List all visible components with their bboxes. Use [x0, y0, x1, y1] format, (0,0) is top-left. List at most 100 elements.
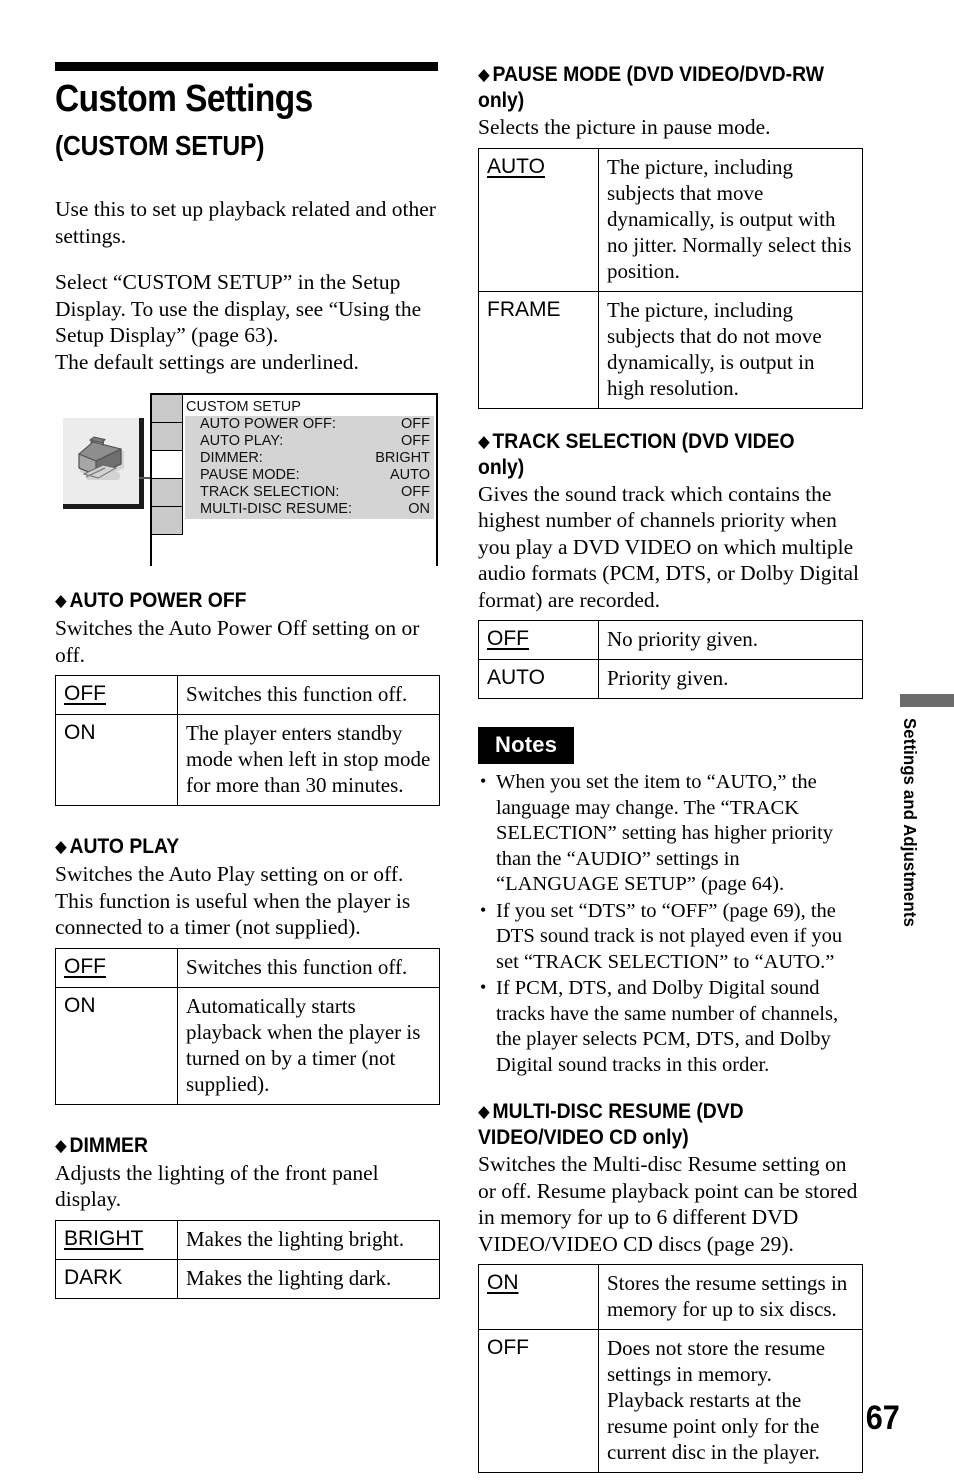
section-description: Switches the Auto Play setting on or off…: [55, 862, 411, 939]
section-heading-text: AUTO PLAY: [69, 834, 180, 858]
osd-tab-5[interactable]: [152, 507, 183, 535]
osd-row-label: AUTO PLAY:: [200, 433, 284, 449]
osd-row-value: OFF: [401, 416, 430, 432]
diamond-bullet-icon: ◆: [478, 65, 490, 85]
osd-row-value: ON: [408, 501, 430, 517]
table-row: OFF Switches this function off.: [55, 947, 440, 988]
option-key: AUTO: [478, 147, 599, 292]
section-heading-multi-disc-resume: ◆ MULTI-DISC RESUME (DVD VIDEO/VIDEO CD o…: [478, 1099, 825, 1150]
section-heading-text: MULTI-DISC RESUME (DVD VIDEO/VIDEO CD on…: [478, 1099, 744, 1149]
section-description: Adjusts the lighting of the front panel …: [55, 1160, 379, 1212]
osd-row-label: TRACK SELECTION:: [200, 484, 340, 500]
diamond-bullet-icon: ◆: [478, 431, 490, 452]
section-heading-text: PAUSE MODE (DVD VIDEO/DVD-RW only): [478, 62, 824, 112]
custom-setup-icon-box: [63, 418, 144, 509]
osd-row[interactable]: AUTO PLAY: OFF: [200, 433, 430, 450]
section-heading-pause-mode: ◆ PAUSE MODE (DVD VIDEO/DVD-RW only): [478, 62, 825, 113]
option-key: ON: [55, 986, 178, 1105]
section-heading-auto-power-off: ◆ AUTO POWER OFF: [55, 588, 402, 614]
diamond-bullet-icon: ◆: [55, 837, 67, 857]
side-thumb-tab: Settings and Adjustments: [900, 694, 954, 927]
option-value: Makes the lighting bright.: [177, 1219, 440, 1260]
osd-category-tabs: [152, 395, 183, 535]
osd-row[interactable]: TRACK SELECTION: OFF: [200, 484, 430, 501]
osd-title: CUSTOM SETUP: [186, 399, 301, 415]
section-description: Gives the sound track which contains the…: [478, 481, 860, 612]
table-row: OFF No priority given.: [478, 620, 863, 660]
osd-row-label: AUTO POWER OFF:: [200, 416, 336, 432]
option-key: OFF: [55, 675, 178, 715]
option-value: Stores the resume settings in memory for…: [598, 1264, 863, 1330]
option-key: OFF: [55, 947, 178, 988]
osd-row[interactable]: PAUSE MODE: AUTO: [200, 467, 430, 484]
options-table-auto-power-off: OFF Switches this function off. ON The p…: [55, 675, 440, 806]
page-number: 67: [865, 1399, 900, 1437]
option-value: Switches this function off.: [177, 947, 440, 988]
right-column: ◆ PAUSE MODE (DVD VIDEO/DVD-RW only) Sele…: [478, 62, 863, 1473]
osd-tab-1[interactable]: [152, 395, 183, 423]
section-heading-text: AUTO POWER OFF: [69, 588, 247, 612]
option-key: OFF: [478, 1329, 599, 1473]
osd-item-list: AUTO POWER OFF: OFF AUTO PLAY: OFF DIMME…: [185, 416, 434, 519]
diamond-bullet-icon: ◆: [478, 1102, 490, 1122]
list-item: If you set “DTS” to “OFF” (page 69), the…: [478, 898, 863, 976]
section-heading-dimmer: ◆ DIMMER: [55, 1133, 402, 1159]
on-screen-setup-display: CUSTOM SETUP AUTO POWER OFF: OFF AUTO PL…: [150, 393, 438, 566]
options-table-track-selection: OFF No priority given. AUTO Priority giv…: [478, 620, 863, 699]
option-key: ON: [55, 714, 178, 806]
section-description: Selects the picture in pause mode.: [478, 115, 771, 139]
osd-row-value: AUTO: [389, 467, 430, 483]
osd-row-value: OFF: [401, 484, 430, 500]
option-value: Priority given.: [598, 659, 863, 699]
table-row: ON Stores the resume settings in memory …: [478, 1264, 863, 1330]
osd-tab-2[interactable]: [152, 423, 183, 451]
toolbox-icon: [78, 436, 124, 480]
osd-panel: CUSTOM SETUP AUTO POWER OFF: OFF AUTO PL…: [185, 399, 434, 519]
option-value: The picture, including subjects that mov…: [598, 147, 863, 292]
table-row: AUTO Priority given.: [478, 659, 863, 699]
table-row: OFF Switches this function off.: [55, 675, 440, 715]
default-option: OFF: [64, 954, 106, 978]
osd-row-label: DIMMER:: [200, 450, 263, 466]
list-item: When you set the item to “AUTO,” the lan…: [478, 769, 863, 898]
table-row: DARK Makes the lighting dark.: [55, 1258, 440, 1299]
osd-tab-4[interactable]: [152, 479, 183, 507]
section-heading-text: DIMMER: [69, 1132, 148, 1157]
default-option: BRIGHT: [64, 1226, 144, 1250]
option-key: AUTO: [478, 659, 599, 699]
option-key: ON: [478, 1264, 599, 1330]
options-table-auto-play: OFF Switches this function off. ON Autom…: [55, 947, 440, 1105]
list-item: If PCM, DTS, and Dolby Digital sound tra…: [478, 975, 863, 1078]
manual-page: Custom Settings (CUSTOM SETUP) Use this …: [0, 0, 954, 1483]
option-value: Makes the lighting dark.: [177, 1258, 440, 1299]
section-heading-track-selection: ◆ TRACK SELECTION (DVD VIDEO only): [478, 429, 825, 480]
section-heading-auto-play: ◆ AUTO PLAY: [55, 834, 402, 860]
table-row: OFF Does not store the resume settings i…: [478, 1329, 863, 1473]
option-value: The picture, including subjects that do …: [598, 290, 863, 409]
osd-row-value: OFF: [401, 433, 430, 449]
notes-badge: Notes: [478, 727, 575, 764]
page-title-sub: (CUSTOM SETUP): [55, 130, 265, 161]
table-row: ON Automatically starts playback when th…: [55, 986, 440, 1105]
table-row: AUTO The picture, including subjects tha…: [478, 147, 863, 292]
osd-row[interactable]: MULTI-DISC RESUME: ON: [200, 501, 430, 518]
option-value: Switches this function off.: [177, 675, 440, 715]
option-key: FRAME: [478, 290, 599, 409]
options-table-dimmer: BRIGHT Makes the lighting bright. DARK M…: [55, 1219, 440, 1299]
section-description: Switches the Auto Power Off setting on o…: [55, 616, 420, 667]
default-option: ON: [487, 1271, 519, 1294]
option-value: Does not store the resume settings in me…: [598, 1329, 863, 1473]
intro-paragraph-3: The default settings are underlined.: [55, 349, 359, 374]
option-key: BRIGHT: [55, 1219, 178, 1260]
left-column: Custom Settings (CUSTOM SETUP) Use this …: [55, 62, 440, 1299]
options-table-multi-disc-resume: ON Stores the resume settings in memory …: [478, 1264, 863, 1473]
option-key: DARK: [55, 1258, 178, 1299]
table-row: FRAME The picture, including subjects th…: [478, 290, 863, 409]
table-row: ON The player enters standby mode when l…: [55, 714, 440, 806]
osd-row[interactable]: DIMMER: BRIGHT: [200, 450, 430, 467]
default-option: OFF: [487, 627, 529, 650]
osd-row[interactable]: AUTO POWER OFF: OFF: [200, 416, 430, 433]
page-title-main: Custom Settings: [55, 78, 313, 120]
section-heading-text: TRACK SELECTION (DVD VIDEO only): [478, 428, 795, 479]
osd-tab-3-selected[interactable]: [152, 451, 183, 479]
